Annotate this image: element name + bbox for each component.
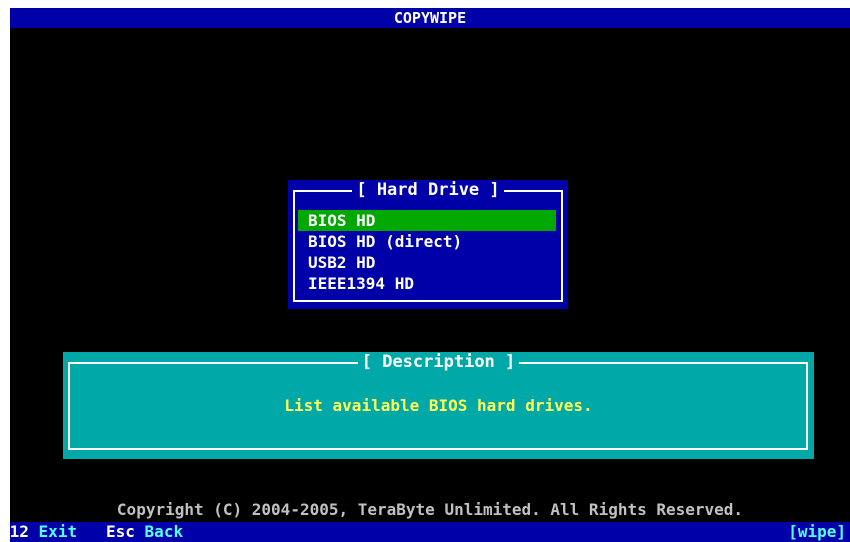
description-panel: [ Description ] List available BIOS hard…	[63, 352, 814, 459]
status-bar: F12 Exit Esc Back [wipe]	[10, 522, 850, 542]
description-title: [ Description ]	[63, 352, 814, 372]
esc-key-label: Esc	[106, 522, 135, 541]
hard-drive-panel: [ Hard Drive ] BIOS HD BIOS HD (direct) …	[288, 180, 568, 309]
hard-drive-item-usb2-hd[interactable]: USB2 HD	[298, 252, 556, 273]
hard-drive-item-ieee1394-hd[interactable]: IEEE1394 HD	[298, 273, 556, 294]
description-title-text: [ Description ]	[357, 352, 520, 372]
title-bar: COPYWIPE	[10, 8, 850, 28]
hard-drive-title: [ Hard Drive ]	[288, 180, 568, 200]
copyright-notice: Copyright (C) 2004-2005, TeraByte Unlimi…	[116, 500, 744, 519]
dos-screen: COPYWIPE [ Hard Drive ] BIOS HD BIOS HD …	[10, 8, 850, 542]
exit-action-label: Exit	[38, 522, 78, 541]
description-text: List available BIOS hard drives.	[284, 396, 593, 415]
status-f12-exit[interactable]: F12 Exit	[10, 522, 77, 542]
f12-key-label: F12	[10, 522, 29, 541]
hard-drive-item-bios-hd[interactable]: BIOS HD	[298, 210, 556, 231]
hard-drive-title-text: [ Hard Drive ]	[352, 180, 504, 200]
hard-drive-item-bios-hd-direct[interactable]: BIOS HD (direct)	[298, 231, 556, 252]
mode-indicator: [wipe]	[788, 522, 846, 541]
app-title: COPYWIPE	[393, 9, 467, 27]
back-action-label: Back	[144, 522, 184, 541]
hard-drive-list: BIOS HD BIOS HD (direct) USB2 HD IEEE139…	[298, 210, 556, 294]
status-esc-back[interactable]: Esc Back	[106, 522, 183, 542]
